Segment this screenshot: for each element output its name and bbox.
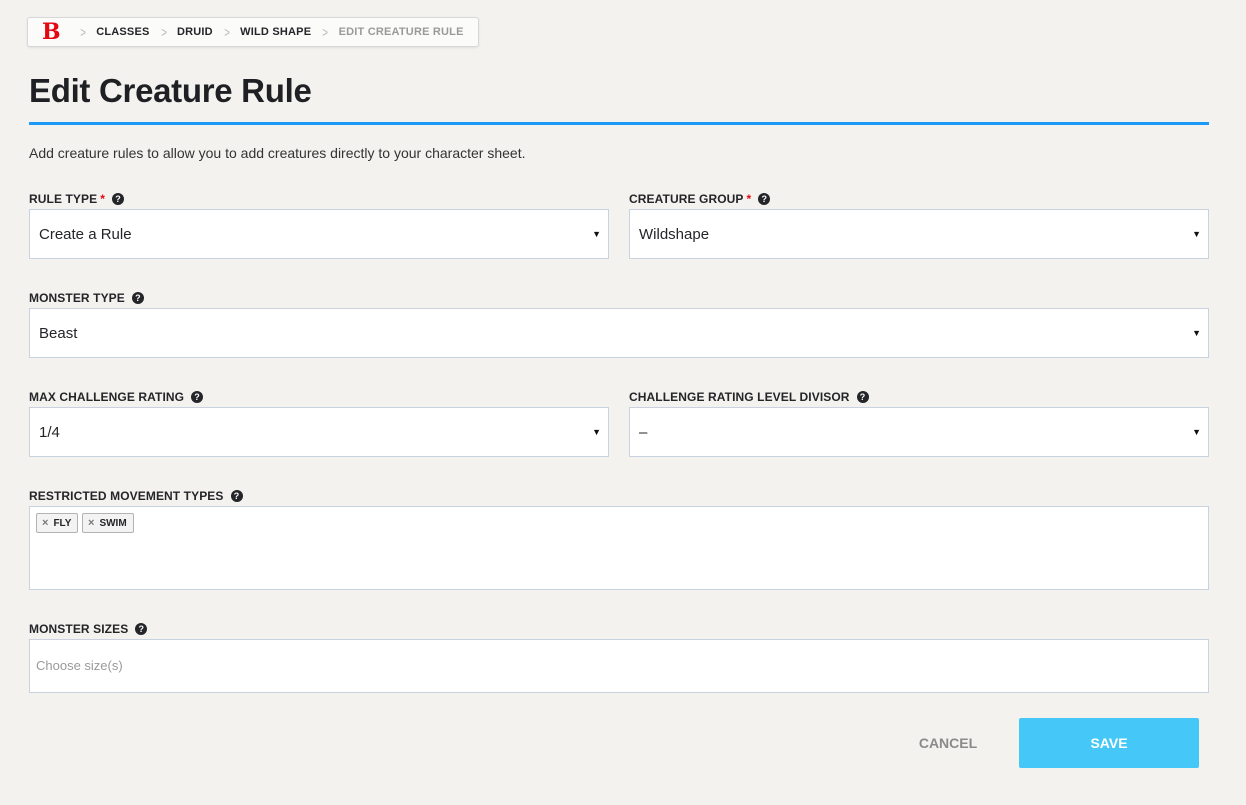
movement-types-label-text: RESTRICTED MOVEMENT TYPES bbox=[29, 489, 224, 503]
breadcrumb-wild-shape[interactable]: WILD SHAPE bbox=[240, 26, 311, 38]
chevron-right-icon: > bbox=[160, 24, 167, 40]
max-cr-label: MAX CHALLENGE RATING ? bbox=[29, 390, 204, 404]
monster-type-select[interactable]: Beast ▼ bbox=[29, 308, 1209, 358]
monster-sizes-label-text: MONSTER SIZES bbox=[29, 622, 129, 636]
monster-type-label: MONSTER TYPE ? bbox=[29, 291, 144, 305]
rule-type-value: Create a Rule bbox=[39, 225, 132, 243]
required-marker: * bbox=[746, 192, 752, 206]
max-cr-value: 1/4 bbox=[39, 423, 60, 441]
breadcrumb-current: EDIT CREATURE RULE bbox=[338, 26, 464, 38]
rule-type-label: RULE TYPE * ? bbox=[29, 192, 125, 206]
caret-down-icon: ▼ bbox=[592, 229, 601, 239]
chevron-right-icon: > bbox=[224, 24, 230, 40]
remove-icon[interactable]: × bbox=[88, 517, 94, 529]
cr-divisor-label-text: CHALLENGE RATING LEVEL DIVISOR bbox=[629, 390, 850, 404]
monster-sizes-label: MONSTER SIZES ? bbox=[29, 622, 148, 636]
caret-down-icon: ▼ bbox=[1192, 229, 1201, 239]
save-button[interactable]: SAVE bbox=[1019, 718, 1199, 768]
creature-group-select[interactable]: Wildshape ▼ bbox=[629, 209, 1209, 259]
chevron-right-icon: > bbox=[80, 24, 86, 40]
tag-fly: × FLY bbox=[36, 513, 79, 533]
help-icon[interactable]: ? bbox=[131, 292, 144, 304]
page-description: Add creature rules to allow you to add c… bbox=[29, 145, 526, 161]
caret-down-icon: ▼ bbox=[1192, 427, 1201, 437]
breadcrumb-classes[interactable]: CLASSES bbox=[96, 26, 149, 38]
title-divider bbox=[29, 122, 1209, 125]
rule-type-label-text: RULE TYPE bbox=[29, 192, 98, 206]
help-icon[interactable]: ? bbox=[112, 193, 125, 205]
breadcrumb: B > CLASSES > DRUID > WILD SHAPE > EDIT … bbox=[27, 17, 479, 47]
monster-type-label-text: MONSTER TYPE bbox=[29, 291, 125, 305]
page-title: Edit Creature Rule bbox=[29, 72, 312, 109]
creature-group-value: Wildshape bbox=[639, 225, 710, 243]
creature-group-label: CREATURE GROUP * ? bbox=[629, 192, 771, 206]
help-icon[interactable]: ? bbox=[135, 623, 148, 635]
cr-divisor-select[interactable]: – ▼ bbox=[629, 407, 1209, 457]
cr-divisor-value: – bbox=[639, 423, 648, 441]
tag-fly-label: FLY bbox=[53, 517, 72, 529]
max-cr-select[interactable]: 1/4 ▼ bbox=[29, 407, 609, 457]
help-icon[interactable]: ? bbox=[191, 391, 204, 403]
max-cr-label-text: MAX CHALLENGE RATING bbox=[29, 390, 185, 404]
monster-type-value: Beast bbox=[39, 324, 78, 342]
cancel-button[interactable]: CANCEL bbox=[908, 718, 988, 768]
caret-down-icon: ▼ bbox=[1192, 328, 1201, 338]
monster-sizes-placeholder: Choose size(s) bbox=[36, 658, 123, 673]
chevron-right-icon: > bbox=[322, 24, 329, 40]
help-icon[interactable]: ? bbox=[758, 193, 771, 205]
monster-sizes-multiselect[interactable]: Choose size(s) bbox=[29, 639, 1209, 693]
help-icon[interactable]: ? bbox=[856, 391, 869, 403]
remove-icon[interactable]: × bbox=[42, 517, 48, 529]
creature-group-label-text: CREATURE GROUP bbox=[629, 192, 744, 206]
breadcrumb-druid[interactable]: DRUID bbox=[177, 26, 213, 38]
caret-down-icon: ▼ bbox=[592, 427, 601, 437]
tag-swim: × SWIM bbox=[82, 513, 134, 533]
tag-swim-label: SWIM bbox=[99, 517, 127, 529]
dndbeyond-logo[interactable]: B bbox=[42, 21, 61, 43]
cr-divisor-label: CHALLENGE RATING LEVEL DIVISOR ? bbox=[629, 390, 869, 404]
required-marker: * bbox=[100, 192, 106, 206]
movement-types-multiselect[interactable]: × FLY × SWIM bbox=[29, 506, 1209, 590]
movement-types-label: RESTRICTED MOVEMENT TYPES ? bbox=[29, 489, 243, 503]
help-icon[interactable]: ? bbox=[230, 490, 243, 502]
rule-type-select[interactable]: Create a Rule ▼ bbox=[29, 209, 609, 259]
